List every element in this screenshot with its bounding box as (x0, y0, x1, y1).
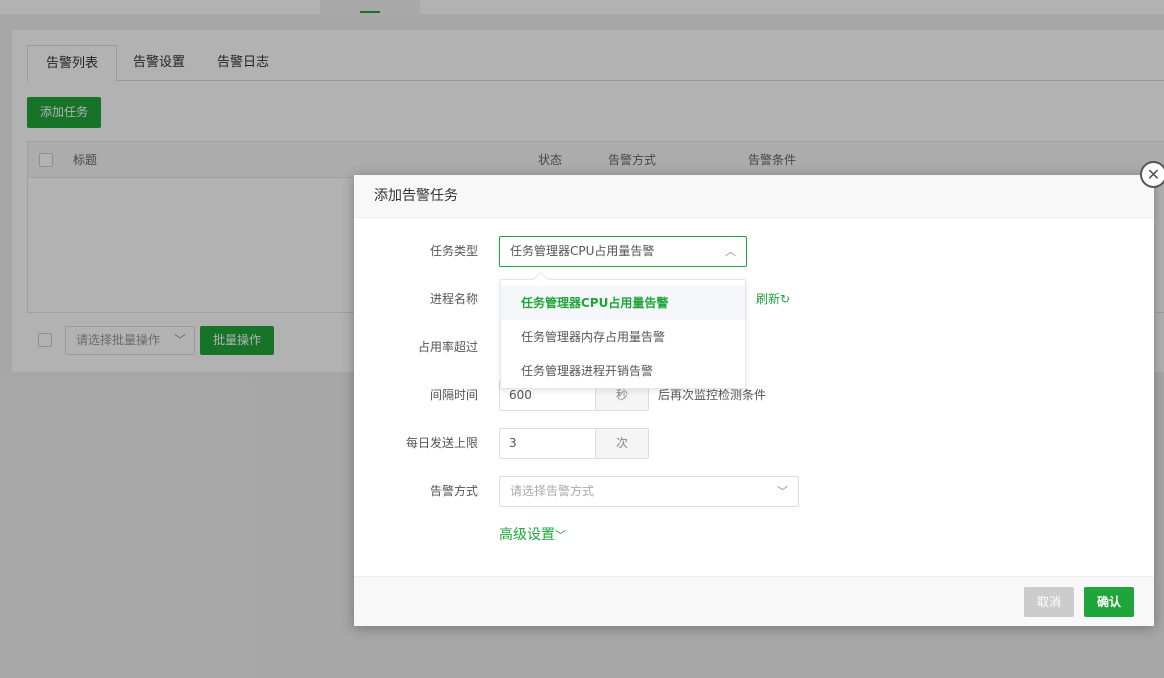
close-modal-button[interactable]: ✕ (1140, 161, 1164, 188)
close-icon: ✕ (1146, 164, 1161, 184)
refresh-label: 刷新 (756, 292, 781, 306)
interval-row: 间隔时间 600 秒 后再次监控检测条件 (354, 380, 1154, 411)
refresh-icon: ↻ (780, 292, 791, 306)
advanced-settings-label: 高级设置 (499, 527, 555, 543)
chevron-down-icon: ﹀ (555, 529, 566, 542)
cancel-button[interactable]: 取消 (1024, 587, 1074, 617)
task-type-row: 任务类型 任务管理器CPU占用量告警 ︿ (354, 236, 1154, 267)
confirm-button[interactable]: 确认 (1084, 587, 1134, 617)
usage-label: 占用率超过 (417, 340, 478, 354)
daily-limit-label: 每日发送上限 (405, 436, 478, 450)
process-row: 进程名称 刷新↻ (354, 284, 1154, 315)
add-alert-modal: 添加告警任务 任务类型 任务管理器CPU占用量告警 ︿ 进程名称 刷新↻ 占用率… (354, 175, 1154, 626)
task-type-select[interactable]: 任务管理器CPU占用量告警 ︿ (499, 236, 747, 267)
alert-method-row: 告警方式 请选择告警方式 ﹀ (354, 476, 1154, 507)
chevron-down-icon: ﹀ (777, 485, 788, 498)
task-type-option[interactable]: 任务管理器进程开销告警 (501, 354, 745, 388)
alert-method-select[interactable]: 请选择告警方式 ﹀ (499, 476, 799, 507)
refresh-button[interactable]: 刷新↻ (756, 284, 790, 315)
daily-limit-input[interactable]: 3 (499, 428, 596, 459)
process-label: 进程名称 (429, 292, 478, 306)
modal-title: 添加告警任务 (354, 175, 1154, 218)
daily-limit-unit: 次 (595, 428, 649, 459)
advanced-settings-toggle[interactable]: 高级设置﹀ (499, 524, 566, 544)
task-type-option[interactable]: 任务管理器内存占用量告警 (501, 320, 745, 354)
alert-method-label: 告警方式 (429, 484, 478, 498)
interval-label: 间隔时间 (429, 388, 478, 402)
task-type-dropdown: 任务管理器CPU占用量告警 任务管理器内存占用量告警 任务管理器进程开销告警 (500, 279, 746, 389)
daily-limit-row: 每日发送上限 3 次 (354, 428, 1154, 459)
modal-footer: 取消 确认 (354, 576, 1154, 626)
task-type-option[interactable]: 任务管理器CPU占用量告警 (501, 286, 745, 320)
task-type-label: 任务类型 (429, 244, 478, 258)
alert-method-placeholder: 请选择告警方式 (510, 484, 595, 498)
chevron-up-icon: ︿ (725, 245, 736, 258)
usage-row: 占用率超过 (354, 332, 1154, 363)
task-type-value: 任务管理器CPU占用量告警 (510, 244, 655, 258)
